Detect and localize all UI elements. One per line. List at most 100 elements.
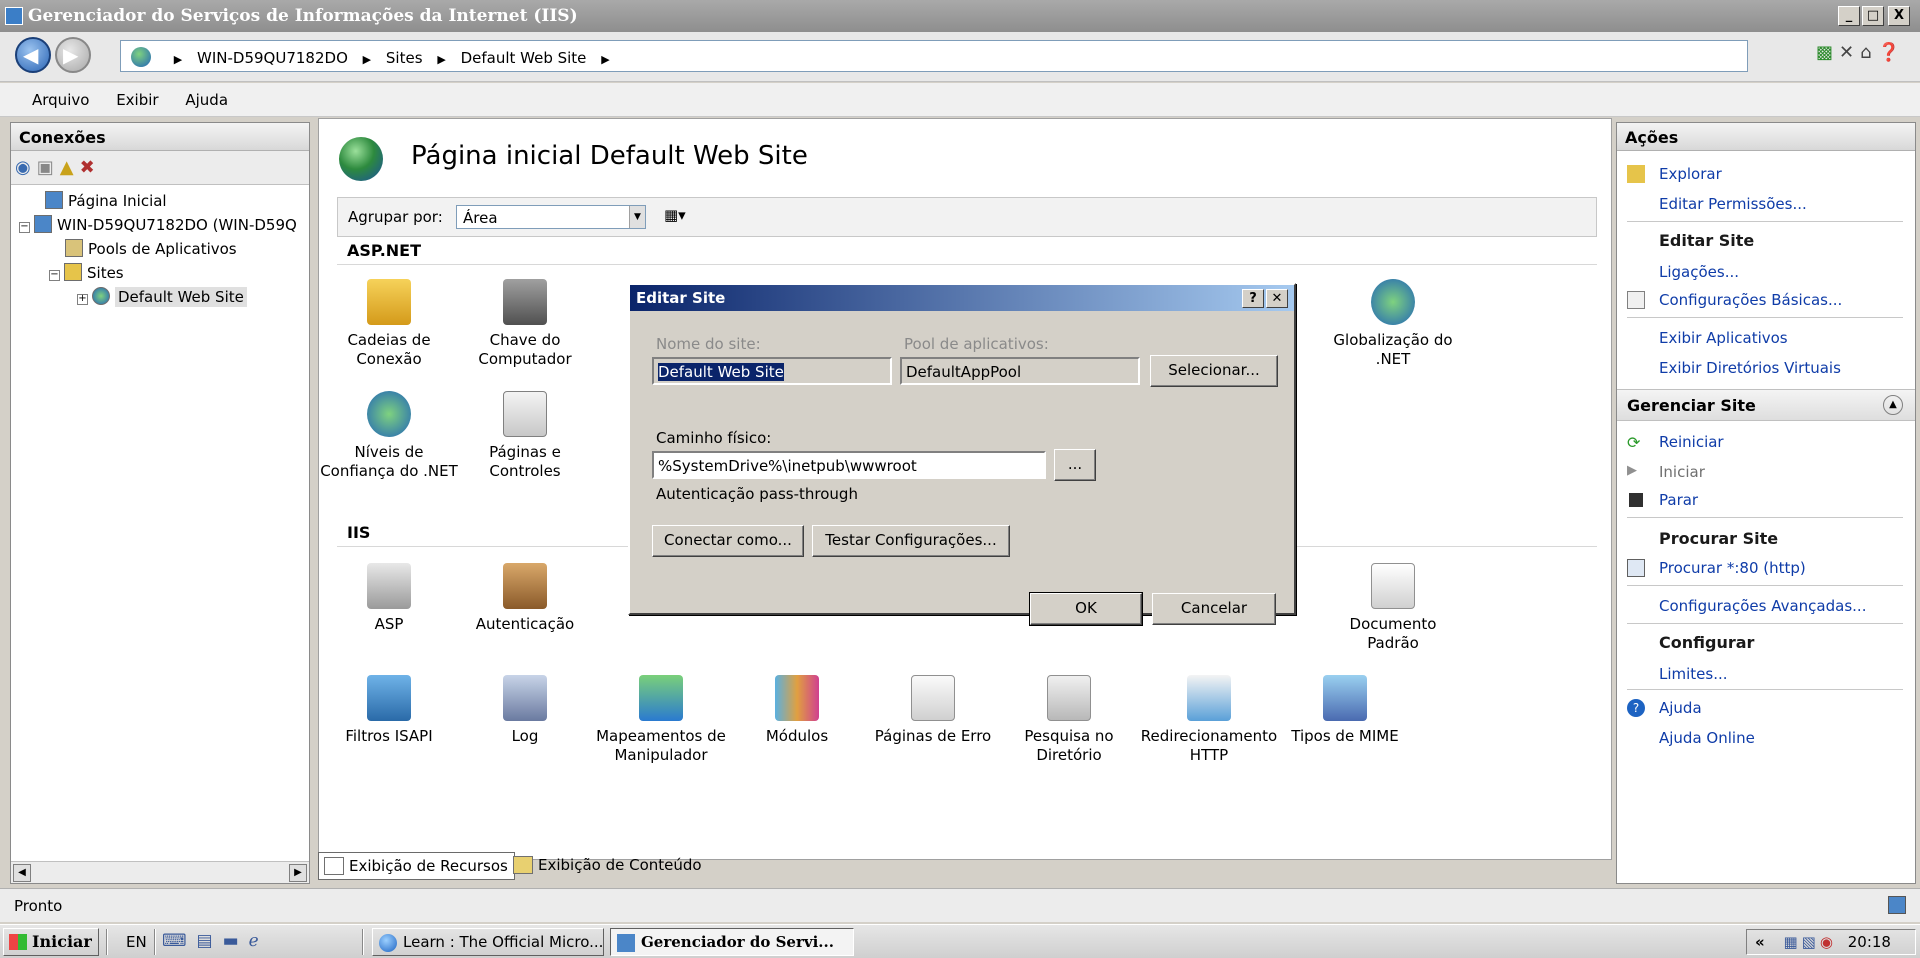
powershell-icon[interactable]: ▬	[223, 931, 249, 951]
scroll-left-icon[interactable]: ◀	[13, 864, 31, 882]
minimize-button[interactable]: _	[1838, 6, 1860, 26]
language-indicator[interactable]: EN	[126, 933, 147, 951]
close-button[interactable]: X	[1888, 6, 1910, 26]
save-icon[interactable]: ▣	[37, 157, 60, 178]
breadcrumb-default-web-site[interactable]: Default Web Site	[461, 49, 587, 67]
expand-icon[interactable]: +	[77, 294, 88, 305]
internet-explorer-icon[interactable]: ℯ	[249, 931, 269, 951]
site-name-field[interactable]: Default Web Site	[652, 357, 892, 385]
feature-modules[interactable]: Módulos	[727, 675, 867, 746]
clock[interactable]: 20:18	[1848, 933, 1891, 951]
app-pool-field: DefaultAppPool	[900, 357, 1140, 385]
connect-icon[interactable]: ◉	[15, 157, 37, 178]
help-button[interactable]: ?	[1242, 289, 1264, 308]
forward-button[interactable]: ▶	[55, 37, 91, 73]
feature-error-pages[interactable]: Páginas de Erro	[863, 675, 1003, 746]
tree-item-app-pools[interactable]: Pools de Aplicativos	[65, 239, 237, 258]
action-basic-settings[interactable]: Configurações Básicas...	[1659, 291, 1842, 309]
breadcrumb-sites[interactable]: Sites	[386, 49, 423, 67]
tree-item-default-web-site[interactable]: + Default Web Site	[77, 287, 247, 307]
action-browse-80[interactable]: Procurar *:80 (http)	[1659, 559, 1806, 577]
action-restart[interactable]: Reiniciar	[1659, 433, 1724, 451]
action-help[interactable]: Ajuda	[1659, 699, 1702, 717]
browse-path-button[interactable]: ...	[1054, 449, 1096, 481]
breadcrumb[interactable]: ▶ WIN-D59QU7182DO ▶ Sites ▶ Default Web …	[120, 40, 1748, 72]
tree-item-server[interactable]: − WIN-D59QU7182DO (WIN-D59Q	[19, 215, 297, 234]
home-icon[interactable]: ⌂	[1860, 42, 1877, 63]
refresh-icon[interactable]: ▩	[1816, 42, 1839, 63]
disconnect-icon[interactable]: ✖	[80, 157, 101, 178]
server-manager-icon[interactable]: ▤	[197, 931, 223, 951]
dialog-close-button[interactable]: ✕	[1266, 289, 1288, 308]
breadcrumb-separator-icon[interactable]: ▶	[363, 53, 371, 66]
feature-http-redirect[interactable]: Redirecionamento HTTP	[1139, 675, 1279, 765]
action-advanced-settings[interactable]: Configurações Avançadas...	[1659, 597, 1866, 615]
up-folder-icon[interactable]: ▲	[60, 157, 80, 178]
action-stop[interactable]: Parar	[1659, 491, 1698, 509]
tree-item-home[interactable]: Página Inicial	[45, 191, 167, 210]
action-bindings[interactable]: Ligações...	[1659, 263, 1739, 281]
help-icon[interactable]: ❓	[1878, 42, 1906, 63]
view-mode-icon[interactable]: ▦▾	[664, 206, 686, 224]
action-limits[interactable]: Limites...	[1659, 665, 1728, 683]
group-by-select[interactable]: Área ▼	[456, 205, 646, 229]
menu-ajuda[interactable]: Ajuda	[185, 91, 228, 109]
back-button[interactable]: ◀	[15, 37, 51, 73]
clipboard-icon[interactable]: ▦	[1783, 933, 1801, 951]
breadcrumb-server[interactable]: WIN-D59QU7182DO	[197, 49, 348, 67]
horizontal-scrollbar[interactable]: ◀ ▶	[11, 861, 309, 883]
default-document-icon	[1371, 563, 1415, 609]
ok-button[interactable]: OK	[1029, 592, 1143, 626]
cancel-button[interactable]: Cancelar	[1152, 593, 1276, 625]
manage-site-header[interactable]: Gerenciar Site ▲	[1617, 389, 1915, 421]
menu-exibir[interactable]: Exibir	[116, 91, 158, 109]
feature-log[interactable]: Log	[455, 675, 595, 746]
action-explore[interactable]: Explorar	[1659, 165, 1722, 183]
taskbar: Iniciar EN ⌨▤▬ℯ Learn : The Official Mic…	[0, 924, 1920, 958]
collapse-icon[interactable]: −	[49, 270, 60, 281]
network-icon[interactable]: ▧	[1802, 933, 1820, 951]
feature-handler-mappings[interactable]: Mapeamentos de Manipulador	[591, 675, 731, 765]
task-iis-manager[interactable]: Gerenciador do Servi...	[610, 928, 854, 956]
scroll-right-icon[interactable]: ▶	[289, 864, 307, 882]
feature-net-globalization[interactable]: Globalização do .NET	[1323, 279, 1463, 369]
breadcrumb-separator-icon[interactable]: ▶	[601, 53, 609, 66]
physical-path-input[interactable]: %SystemDrive%\inetpub\wwwroot	[652, 451, 1046, 479]
chevron-down-icon[interactable]: ▼	[629, 206, 645, 228]
dialog-title-bar[interactable]: Editar Site ? ✕	[630, 285, 1294, 311]
feature-mime-types[interactable]: Tipos de MIME	[1275, 675, 1415, 746]
tab-content-view[interactable]: Exibição de Conteúdo	[508, 852, 708, 880]
volume-muted-icon[interactable]: ◉	[1820, 933, 1837, 951]
breadcrumb-separator-icon[interactable]: ▶	[437, 53, 445, 66]
breadcrumb-separator-icon[interactable]: ▶	[174, 53, 182, 66]
feature-authentication[interactable]: Autenticação	[455, 563, 595, 634]
tree-item-sites[interactable]: − Sites	[49, 263, 124, 282]
start-button[interactable]: Iniciar	[3, 928, 99, 956]
connect-as-button[interactable]: Conectar como...	[652, 525, 804, 557]
stop-icon[interactable]: ✕	[1839, 42, 1860, 63]
group-configure: Configurar	[1659, 633, 1755, 652]
collapse-up-icon[interactable]: ▲	[1883, 395, 1903, 415]
task-learn-browser[interactable]: Learn : The Official Micro...	[372, 928, 604, 956]
feature-default-document[interactable]: Documento Padrão	[1323, 563, 1463, 653]
action-view-applications[interactable]: Exibir Aplicativos	[1659, 329, 1788, 347]
maximize-button[interactable]: □	[1862, 6, 1884, 26]
connections-header: Conexões	[11, 123, 309, 151]
feature-directory-browsing[interactable]: Pesquisa no Diretório	[999, 675, 1139, 765]
feature-asp[interactable]: ASP	[319, 563, 459, 634]
feature-connection-strings[interactable]: Cadeias de Conexão	[319, 279, 459, 369]
menu-arquivo[interactable]: Arquivo	[32, 91, 89, 109]
collapse-icon[interactable]: −	[19, 222, 30, 233]
feature-net-trust-levels[interactable]: Níveis de Confiança do .NET	[319, 391, 459, 481]
action-edit-permissions[interactable]: Editar Permissões...	[1659, 195, 1807, 213]
feature-machine-key[interactable]: Chave do Computador	[455, 279, 595, 369]
action-help-online[interactable]: Ajuda Online	[1659, 729, 1755, 747]
test-settings-button[interactable]: Testar Configurações...	[812, 525, 1010, 557]
tray-expand-icon[interactable]: «	[1755, 933, 1765, 951]
feature-isapi-filters[interactable]: Filtros ISAPI	[319, 675, 459, 746]
feature-pages-controls[interactable]: Páginas e Controles	[455, 391, 595, 481]
select-pool-button[interactable]: Selecionar...	[1150, 355, 1278, 387]
keyboard-icon[interactable]: ⌨	[162, 931, 197, 951]
tab-features-view[interactable]: Exibição de Recursos	[318, 852, 515, 880]
action-view-virtual-directories[interactable]: Exibir Diretórios Virtuais	[1659, 359, 1841, 377]
